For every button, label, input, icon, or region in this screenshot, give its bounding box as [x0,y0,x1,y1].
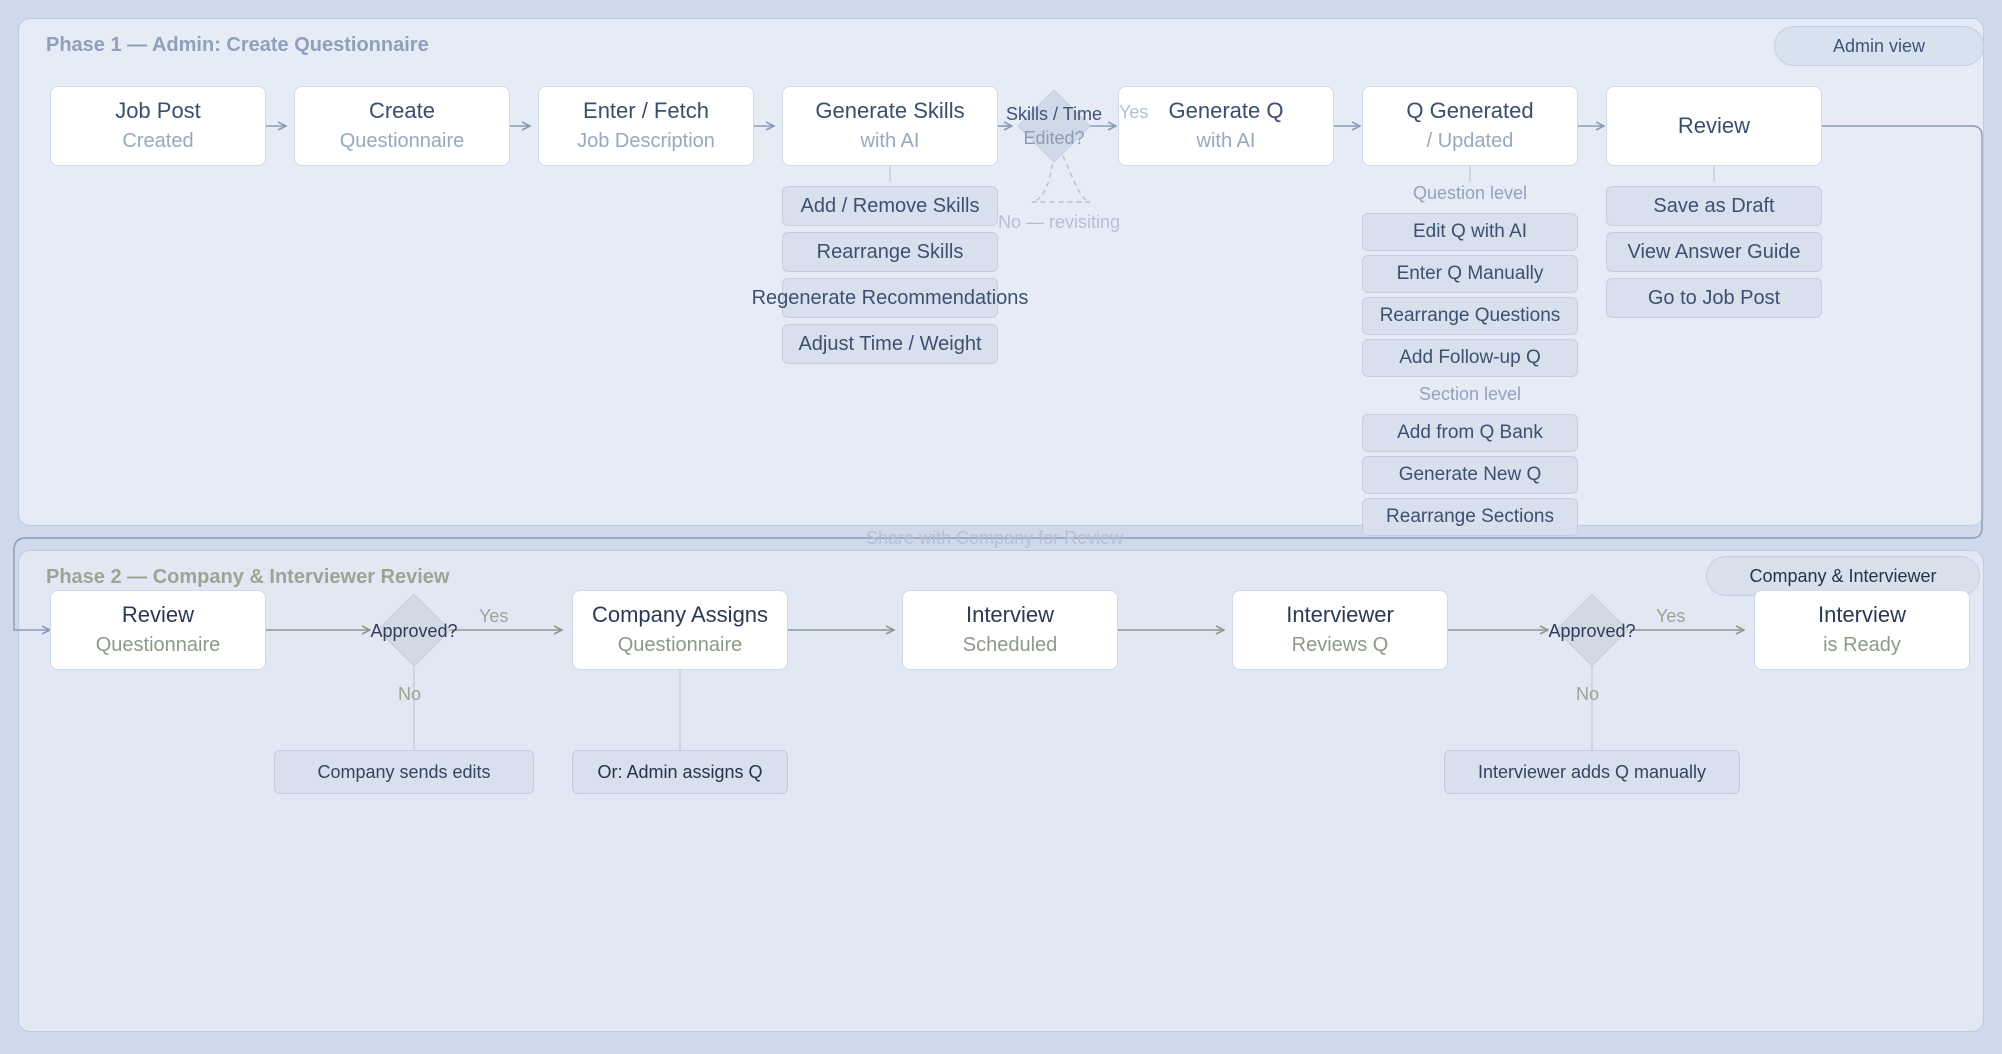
step-subtitle: Questionnaire [617,634,743,656]
step-title: Q Generated [1406,98,1534,123]
step-interviewer-reviews-q[interactable]: Interviewer Reviews Q [1232,590,1448,670]
add-from-q-bank-button[interactable]: Add from Q Bank [1362,414,1578,452]
view-answer-guide-button[interactable]: View Answer Guide [1606,232,1822,272]
go-to-job-post-button[interactable]: Go to Job Post [1606,278,1822,318]
step-title: Interview [965,602,1055,627]
step-title: Generate Q [1168,98,1284,123]
step-title: Generate Skills [815,98,965,123]
decision-line2: Edited? [1023,128,1085,148]
interviewer-adds-q-manually-box: Interviewer adds Q manually [1444,750,1740,794]
decision-yes-label: Yes [1119,102,1149,122]
step-subtitle: with AI [1196,130,1256,152]
decision-interviewer-approved-label: Approved? [1548,621,1636,641]
generate-new-q-button[interactable]: Generate New Q [1362,456,1578,494]
rearrange-skills-button[interactable]: Rearrange Skills [782,232,998,272]
step-title: Enter / Fetch [583,98,709,123]
step-title: Review [1677,113,1751,138]
regenerate-recommendations-button[interactable]: Regenerate Recommendations [752,278,1028,318]
decision-company-approved-label: Approved? [370,621,458,641]
phase1-title: Phase 1 — Admin: Create Questionnaire [46,34,429,56]
question-level-label: Question level [1412,183,1528,203]
step-interview-scheduled[interactable]: Interview Scheduled [902,590,1118,670]
phase2-title: Phase 2 — Company & Interviewer Review [46,566,450,588]
step-title: Interview [1817,602,1907,627]
company-sends-edits-box: Company sends edits [274,750,534,794]
add-follow-up-q-button[interactable]: Add Follow-up Q [1362,339,1578,377]
step-interview-is-ready[interactable]: Interview is Ready [1754,590,1970,670]
rearrange-questions-button[interactable]: Rearrange Questions [1362,297,1578,335]
edit-q-with-ai-button[interactable]: Edit Q with AI [1362,213,1578,251]
step-subtitle: Reviews Q [1291,634,1389,656]
adjust-time-weight-button[interactable]: Adjust Time / Weight [782,324,998,364]
step-subtitle: Questionnaire [339,130,465,152]
step-review-questionnaire[interactable]: Review Questionnaire [50,590,266,670]
add-remove-skills-button[interactable]: Add / Remove Skills [782,186,998,226]
step-title: Review [121,602,195,627]
step-subtitle: Questionnaire [95,634,221,656]
step-subtitle: / Updated [1426,130,1514,152]
admin-view-tag: Admin view [1774,26,1984,66]
rearrange-sections-button[interactable]: Rearrange Sections [1362,498,1578,536]
step-subtitle: with AI [860,130,920,152]
decision-line1: Skills / Time [1005,104,1102,124]
step-generate-skills[interactable]: Generate Skills with AI [782,86,998,166]
decision-interviewer-no-label: No [1576,684,1600,704]
decision-no-label: No — revisiting [998,212,1121,232]
decision-company-no-label: No [398,684,422,704]
section-level-label: Section level [1418,384,1522,404]
decision-company-yes-label: Yes [479,606,509,626]
admin-assigns-q-box: Or: Admin assigns Q [572,750,788,794]
step-subtitle: Job Description [577,130,715,152]
step-subtitle: Scheduled [962,634,1058,656]
share-with-company-label: Share with Company for Review [866,528,1124,548]
step-q-generated[interactable]: Q Generated / Updated [1362,86,1578,166]
revisit-loop [1031,155,1091,203]
step-subtitle: Created [122,130,194,152]
step-title: Company Assigns [591,602,769,627]
decision-skills-label: Skills / Time Edited? [994,102,1114,150]
step-subtitle: is Ready [1823,634,1901,656]
step-create-questionnaire[interactable]: Create Questionnaire [294,86,510,166]
step-title: Create [368,98,436,123]
step-generate-q[interactable]: Generate Q with AI [1118,86,1334,166]
step-title: Interviewer [1286,602,1394,627]
step-enter-fetch-job-description[interactable]: Enter / Fetch Job Description [538,86,754,166]
decision-interviewer-yes-label: Yes [1656,606,1686,626]
save-as-draft-button[interactable]: Save as Draft [1606,186,1822,226]
step-job-post-created[interactable]: Job Post Created [50,86,266,166]
step-title: Job Post [115,98,201,123]
enter-q-manually-button[interactable]: Enter Q Manually [1362,255,1578,293]
step-review[interactable]: Review [1606,86,1822,166]
step-company-assigns-questionnaire[interactable]: Company Assigns Questionnaire [572,590,788,670]
